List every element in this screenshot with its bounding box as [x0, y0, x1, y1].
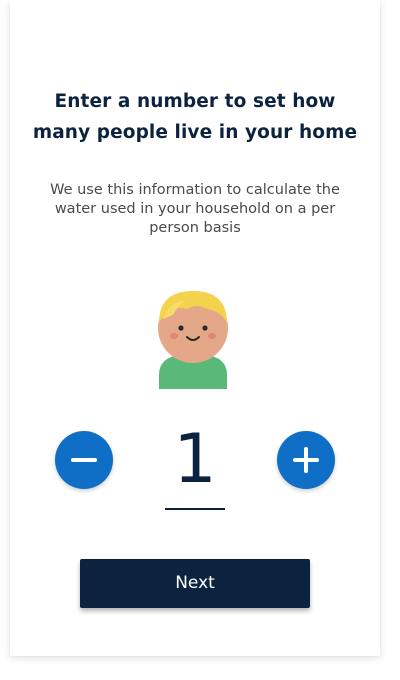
description-line-1: We use this information to calculate the	[50, 182, 340, 198]
plus-icon	[293, 447, 319, 473]
count-underline	[165, 508, 225, 510]
minus-icon	[71, 458, 97, 462]
decrement-button[interactable]	[55, 431, 113, 489]
description-line-3: person basis	[149, 220, 241, 236]
description-line-2: water used in your household on a per	[54, 201, 336, 217]
person-avatar-illustration	[151, 283, 235, 389]
household-size-card: Enter a number to set how many people li…	[10, 0, 380, 656]
page-title: Enter a number to set how many people li…	[10, 86, 380, 148]
page-title-line-2: many people live in your home	[32, 122, 358, 143]
increment-button[interactable]	[277, 431, 335, 489]
page-title-line-1: Enter a number to set how	[54, 91, 336, 112]
next-button[interactable]: Next	[80, 559, 310, 608]
description-text: We use this information to calculate the…	[40, 181, 350, 238]
people-count-value: 1	[173, 420, 217, 499]
